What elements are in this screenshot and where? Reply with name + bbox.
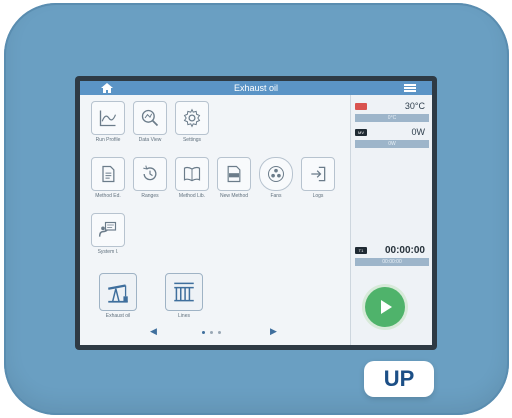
- tile-data-view[interactable]: Data View: [130, 101, 170, 143]
- tile-label: System I.: [97, 249, 119, 255]
- temperature-setpoint[interactable]: 0°C: [355, 114, 429, 122]
- temperature-readout: 30°C 0°C: [355, 101, 429, 125]
- chart-icon: [99, 110, 117, 127]
- start-button[interactable]: [365, 287, 405, 327]
- tile-label: Method Ed.: [95, 193, 121, 199]
- new-file-icon: [227, 165, 241, 183]
- menu-icon[interactable]: [404, 84, 416, 92]
- timer-tag: T1: [355, 247, 367, 254]
- favorite-label: Exhaust oil: [105, 313, 131, 319]
- tile-fans[interactable]: Fans: [256, 157, 296, 199]
- tile-method-edit[interactable]: Method Ed.: [88, 157, 128, 199]
- document-icon: [102, 165, 115, 183]
- history-icon: [143, 165, 157, 181]
- tile-system-info[interactable]: System I.: [88, 213, 128, 255]
- page-navigation: ◀ ▶: [80, 325, 350, 339]
- brand-logo: UP: [364, 361, 434, 397]
- favorite-exhaust-oil[interactable]: Exhaust oil: [96, 273, 140, 319]
- tile-ranges[interactable]: Ranges: [130, 157, 170, 199]
- thermometer-icon: [355, 103, 367, 110]
- title-bar: Exhaust oil: [80, 81, 432, 95]
- page-dot: [210, 331, 213, 334]
- timer-readout: T1 00:00:00 00:00:00: [355, 245, 429, 269]
- favorite-lines[interactable]: Lines: [162, 273, 206, 319]
- tile-label: Ranges: [141, 193, 159, 199]
- tile-label: Fans: [270, 193, 282, 199]
- tile-label: New Method: [219, 193, 249, 199]
- presenter-icon: [98, 221, 117, 237]
- play-icon: [381, 300, 392, 314]
- tile-label: Logs: [312, 193, 324, 199]
- tile-settings[interactable]: Settings: [172, 101, 212, 143]
- power-setpoint[interactable]: 0W: [355, 140, 429, 148]
- power-tag: MV: [355, 129, 367, 136]
- page-dot: [218, 331, 221, 334]
- login-icon: [311, 166, 326, 182]
- tile-run-profile[interactable]: Run Profile: [88, 101, 128, 143]
- tile-method-library[interactable]: Method Lib.: [172, 157, 212, 199]
- pumpjack-icon: [108, 284, 128, 303]
- tile-label: Run Profile: [95, 137, 121, 143]
- tile-label: Method Lib.: [178, 193, 206, 199]
- timer-value: 00:00:00: [384, 245, 425, 256]
- page-dot-active: [202, 331, 205, 334]
- screen-title: Exhaust oil: [233, 83, 279, 93]
- previous-page-arrow[interactable]: ◀: [150, 326, 157, 337]
- gear-icon: [183, 108, 201, 128]
- app-grid: Run Profile Data View Settings Method Ed…: [80, 95, 350, 345]
- magnify-icon: [141, 109, 159, 127]
- touch-screen: Exhaust oil Run Profile Data View Settin…: [80, 81, 432, 345]
- temperature-value: 30°C: [404, 101, 425, 111]
- tile-logs[interactable]: Logs: [298, 157, 338, 199]
- tile-label: Data View: [138, 137, 162, 143]
- status-panel: 30°C 0°C MV 0W 0W T1 00:00:00 00:00:00: [350, 95, 432, 345]
- timer-setpoint[interactable]: 00:00:00: [355, 258, 429, 266]
- tile-label: Settings: [182, 137, 202, 143]
- next-page-arrow[interactable]: ▶: [270, 326, 277, 337]
- tile-new-method[interactable]: New Method: [214, 157, 254, 199]
- fan-icon: [268, 166, 284, 182]
- power-value: 0W: [411, 127, 426, 137]
- book-icon: [183, 166, 201, 182]
- sieve-icon: [174, 282, 194, 302]
- favorite-label: Lines: [178, 313, 190, 319]
- power-readout: MV 0W 0W: [355, 127, 429, 151]
